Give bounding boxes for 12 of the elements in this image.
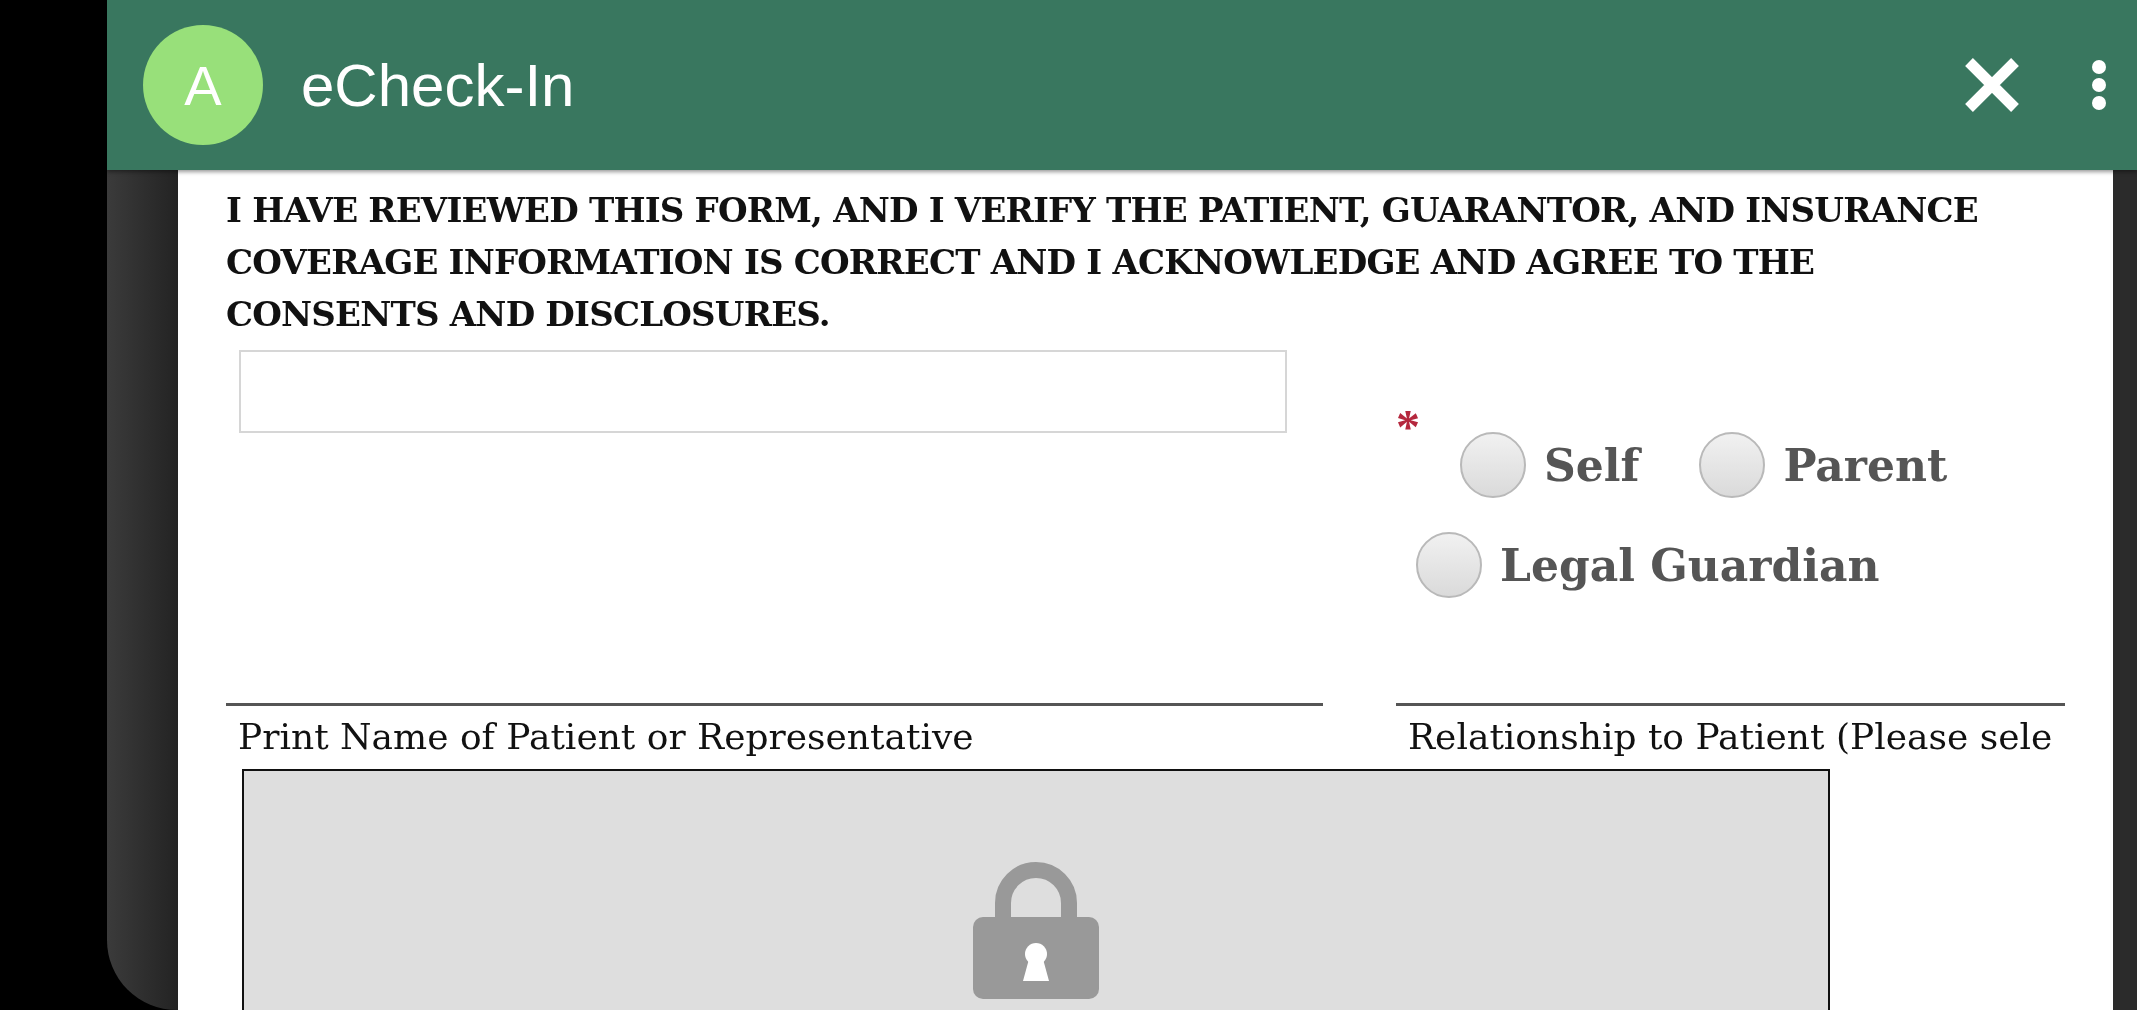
required-asterisk: * [1396,403,1420,451]
radio-option[interactable]: Self [1460,432,1640,498]
relationship-label: Relationship to Patient (Please sele [1396,703,2065,757]
close-icon[interactable] [1963,56,2021,114]
radio-option[interactable]: Parent [1699,432,1948,498]
name-label: Print Name of Patient or Representative [226,703,1323,757]
signature-pad[interactable] [242,769,1830,1010]
radio-option[interactable]: Legal Guardian [1416,532,1880,598]
name-input-field[interactable] [239,350,1287,433]
more-icon[interactable] [2091,59,2107,111]
app-title: eCheck-In [301,50,576,120]
consent-statement: I HAVE REVIEWED THIS FORM, AND I VERIFY THE PATIENT, GUARANTOR, AND INSURANCE COVERAGE INFORMATION IS CORRECT AND I ACKNOWLEDGE AND AGREE TO THE CONSENTS AND DISCLOSURES. [226,189,1979,336]
